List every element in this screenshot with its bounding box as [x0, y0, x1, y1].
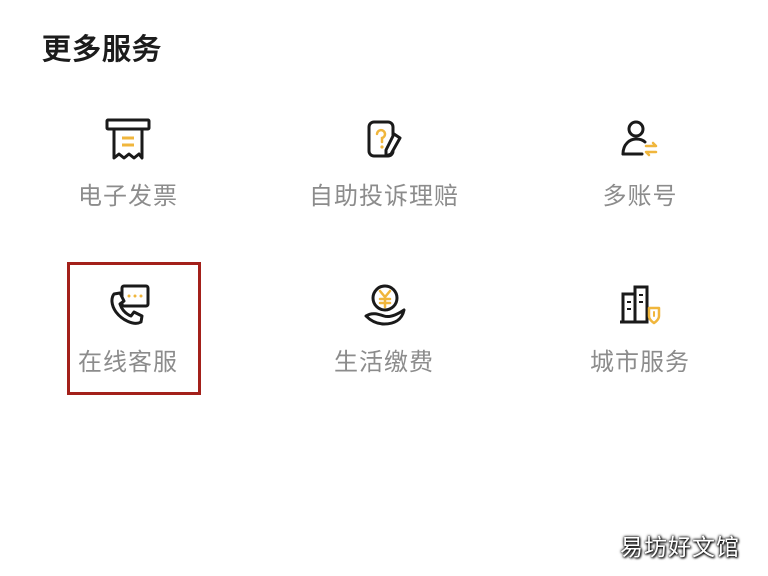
receipt-icon [105, 118, 151, 160]
switch-account-icon [621, 120, 658, 157]
service-label: 多账号 [602, 182, 678, 210]
service-label: 电子发票 [78, 182, 178, 210]
service-item-self-claim[interactable]: 自助投诉理赔 [256, 114, 512, 244]
watermark: 易坊好文馆 [620, 535, 740, 561]
bill-payment-icon [364, 284, 406, 326]
service-label: 生活缴费 [334, 348, 434, 376]
service-label: 自助投诉理赔 [309, 182, 459, 210]
service-item-multi-account[interactable]: 多账号 [512, 114, 768, 244]
highlight-box [67, 262, 201, 395]
service-item-e-invoice[interactable]: 电子发票 [0, 114, 256, 244]
city-service-icon [620, 285, 661, 325]
section-title: 更多服务 [42, 32, 163, 66]
service-label: 城市服务 [590, 348, 690, 376]
service-item-city-service[interactable]: 城市服务 [512, 280, 768, 410]
service-item-bill-payment[interactable]: 生活缴费 [256, 280, 512, 410]
claim-edit-icon [367, 120, 402, 158]
